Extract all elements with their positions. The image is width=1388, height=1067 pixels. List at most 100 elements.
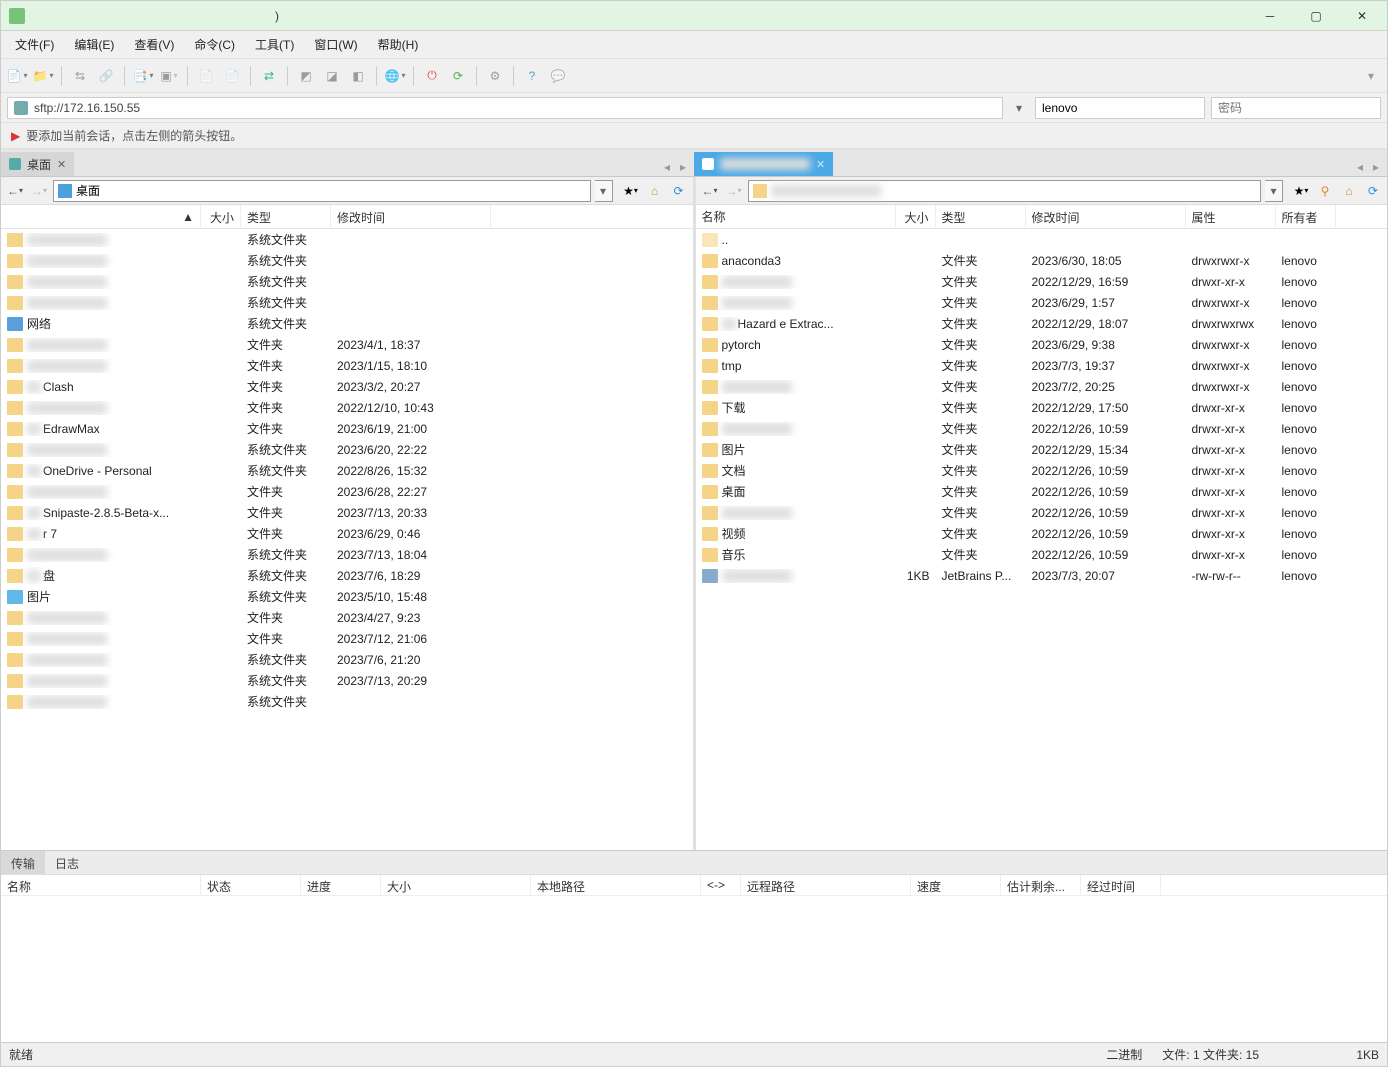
transfer-col[interactable]: 本地路径 (531, 875, 701, 895)
back-icon[interactable]: ←▾ (700, 181, 720, 201)
path-dropdown[interactable]: ▾ (1265, 180, 1283, 202)
table-row[interactable]: OneDrive - Personal系统文件夹2022/8/26, 15:32 (1, 460, 693, 481)
transfer-col[interactable]: 远程路径 (741, 875, 911, 895)
table-row[interactable]: 1KBJetBrains P...2023/7/3, 20:07-rw-rw-r… (696, 565, 1388, 586)
transfer-col[interactable]: 名称 (1, 875, 201, 895)
transfer-col[interactable]: 经过时间 (1081, 875, 1161, 895)
table-row[interactable]: 下载文件夹2022/12/29, 17:50drwxr-xr-xlenovo (696, 397, 1388, 418)
table-row[interactable]: 桌面文件夹2022/12/26, 10:59drwxr-xr-xlenovo (696, 481, 1388, 502)
table-row[interactable]: 系统文件夹2023/7/6, 21:20 (1, 649, 693, 670)
remote-tab[interactable]: ✕ (694, 152, 833, 176)
transfer-col[interactable]: 大小 (381, 875, 531, 895)
table-row[interactable]: 网络系统文件夹 (1, 313, 693, 334)
stop-icon[interactable]: ⏻ (422, 66, 442, 86)
log-tab[interactable]: 日志 (45, 851, 89, 874)
more-icon[interactable]: ▾ (1361, 66, 1381, 86)
star-icon[interactable]: ★▾ (621, 181, 641, 201)
local-path[interactable]: 桌面 (53, 180, 591, 202)
menu-item[interactable]: 命令(C) (186, 32, 243, 57)
remote-file-list[interactable]: ..anaconda3文件夹2023/6/30, 18:05drwxrwxr-x… (696, 229, 1388, 850)
menu-item[interactable]: 文件(F) (7, 32, 62, 57)
home-icon[interactable]: ⌂ (1339, 181, 1359, 201)
table-row[interactable]: 系统文件夹 (1, 691, 693, 712)
table-row[interactable]: Hazard e Extrac...文件夹2022/12/29, 18:07dr… (696, 313, 1388, 334)
table-row[interactable]: Clash文件夹2023/3/2, 20:27 (1, 376, 693, 397)
table-row[interactable]: Snipaste-2.8.5-Beta-x...文件夹2023/7/13, 20… (1, 502, 693, 523)
col-name[interactable]: ▲ (1, 205, 201, 228)
menu-item[interactable]: 编辑(E) (66, 32, 122, 57)
menu-item[interactable]: 查看(V) (126, 32, 182, 57)
maximize-button[interactable]: ▢ (1293, 1, 1339, 31)
forward-icon[interactable]: →▾ (724, 181, 744, 201)
tab-prev-icon[interactable]: ◂ (660, 160, 674, 174)
transfer-col[interactable]: <-> (701, 875, 741, 895)
table-row[interactable]: 文件夹2022/12/10, 10:43 (1, 397, 693, 418)
table-row[interactable]: 盘系统文件夹2023/7/6, 18:29 (1, 565, 693, 586)
transfer-tab[interactable]: 传输 (1, 851, 45, 874)
col-size[interactable]: 大小 (896, 205, 936, 228)
step2-icon[interactable]: ◪ (322, 66, 342, 86)
back-icon[interactable]: ←▾ (5, 181, 25, 201)
table-row[interactable]: 系统文件夹2023/7/13, 18:04 (1, 544, 693, 565)
table-row[interactable]: anaconda3文件夹2023/6/30, 18:05drwxrwxr-xle… (696, 250, 1388, 271)
table-row[interactable]: 图片文件夹2022/12/29, 15:34drwxr-xr-xlenovo (696, 439, 1388, 460)
menu-item[interactable]: 工具(T) (247, 32, 302, 57)
table-row[interactable]: 文件夹2023/4/1, 18:37 (1, 334, 693, 355)
step3-icon[interactable]: ◧ (348, 66, 368, 86)
col-mod[interactable]: 修改时间 (1026, 205, 1186, 228)
add-bookmark-icon[interactable]: 📑▾ (133, 66, 153, 86)
table-row[interactable]: 系统文件夹2023/7/13, 20:29 (1, 670, 693, 691)
table-row[interactable]: 文件夹2023/6/29, 1:57drwxrwxr-xlenovo (696, 292, 1388, 313)
col-size[interactable]: 大小 (201, 205, 241, 228)
menu-item[interactable]: 帮助(H) (370, 32, 427, 57)
table-row[interactable]: 文件夹2022/12/29, 16:59drwxr-xr-xlenovo (696, 271, 1388, 292)
col-type[interactable]: 类型 (936, 205, 1026, 228)
table-row[interactable]: 文档文件夹2022/12/26, 10:59drwxr-xr-xlenovo (696, 460, 1388, 481)
table-row[interactable]: 系统文件夹 (1, 229, 693, 250)
table-row[interactable]: pytorch文件夹2023/6/29, 9:38drwxrwxr-xlenov… (696, 334, 1388, 355)
tab-next-icon[interactable]: ▸ (676, 160, 690, 174)
table-row[interactable]: 文件夹2023/7/12, 21:06 (1, 628, 693, 649)
col-mod[interactable]: 修改时间 (331, 205, 491, 228)
path-dropdown[interactable]: ▾ (595, 180, 613, 202)
table-row[interactable]: tmp文件夹2023/7/3, 19:37drwxrwxr-xlenovo (696, 355, 1388, 376)
help-icon[interactable]: ? (522, 66, 542, 86)
home-icon[interactable]: ⌂ (645, 181, 665, 201)
table-row[interactable]: 系统文件夹 (1, 250, 693, 271)
local-file-list[interactable]: 系统文件夹系统文件夹系统文件夹系统文件夹网络系统文件夹文件夹2023/4/1, … (1, 229, 693, 850)
globe-icon[interactable]: 🌐▾ (385, 66, 405, 86)
table-row[interactable]: 文件夹2023/1/15, 18:10 (1, 355, 693, 376)
local-tab[interactable]: 桌面 ✕ (1, 152, 74, 176)
table-row[interactable]: r 7文件夹2023/6/29, 0:46 (1, 523, 693, 544)
sync-icon[interactable]: ⇆ (70, 66, 90, 86)
refresh-icon[interactable]: ⟳ (1363, 181, 1383, 201)
table-row[interactable]: 视频文件夹2022/12/26, 10:59drwxr-xr-xlenovo (696, 523, 1388, 544)
col-type[interactable]: 类型 (241, 205, 331, 228)
close-icon[interactable]: ✕ (816, 158, 825, 171)
remote-path[interactable] (748, 180, 1262, 202)
find-icon[interactable]: ⚲ (1315, 181, 1335, 201)
gear-icon[interactable]: ⚙ (485, 66, 505, 86)
table-row[interactable]: 文件夹2023/4/27, 9:23 (1, 607, 693, 628)
address-dropdown[interactable]: ▾ (1009, 101, 1029, 115)
open-folder-icon[interactable]: 📁▾ (33, 66, 53, 86)
table-row[interactable]: 文件夹2023/6/28, 22:27 (1, 481, 693, 502)
tab-prev-icon[interactable]: ◂ (1353, 160, 1367, 174)
table-row[interactable]: 系统文件夹 (1, 271, 693, 292)
menu-item[interactable]: 窗口(W) (306, 32, 365, 57)
col-name[interactable]: 名称 (696, 205, 896, 228)
tab-next-icon[interactable]: ▸ (1369, 160, 1383, 174)
refresh-all-icon[interactable]: ⟳ (448, 66, 468, 86)
star-icon[interactable]: ★▾ (1291, 181, 1311, 201)
step1-icon[interactable]: ◩ (296, 66, 316, 86)
new-session-icon[interactable]: 📄▾ (7, 66, 27, 86)
transfer-col[interactable]: 进度 (301, 875, 381, 895)
table-row[interactable]: 音乐文件夹2022/12/26, 10:59drwxr-xr-xlenovo (696, 544, 1388, 565)
close-button[interactable]: ✕ (1339, 1, 1385, 31)
doc1-icon[interactable]: 📄 (196, 66, 216, 86)
table-row[interactable]: 系统文件夹 (1, 292, 693, 313)
transfer-col[interactable]: 状态 (201, 875, 301, 895)
col-attr[interactable]: 属性 (1186, 205, 1276, 228)
table-row[interactable]: EdrawMax文件夹2023/6/19, 21:00 (1, 418, 693, 439)
play-icon[interactable]: ▣▾ (159, 66, 179, 86)
